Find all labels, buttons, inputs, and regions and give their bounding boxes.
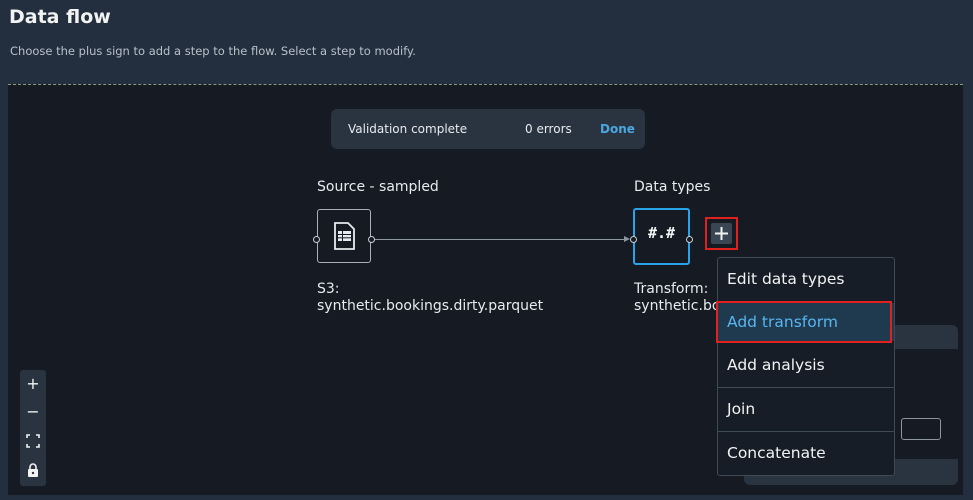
page-title: Data flow [9, 6, 111, 28]
fit-view-icon[interactable] [20, 427, 46, 455]
menu-item-join[interactable]: Join [718, 388, 894, 431]
add-step-button-bg [711, 223, 732, 244]
banner-done-button[interactable]: Done [600, 122, 635, 136]
datatypes-node-description: Transform: synthetic.bo [634, 281, 720, 315]
zoom-in-icon[interactable]: + [20, 370, 46, 398]
zoom-controls: + − [20, 370, 46, 486]
lock-icon[interactable] [20, 456, 46, 484]
menu-item-concatenate[interactable]: Concatenate [718, 432, 894, 475]
menu-item-add-analysis[interactable]: Add analysis [718, 343, 894, 386]
flow-edge [375, 239, 626, 240]
datatypes-desc-line2: synthetic.bo [634, 298, 721, 314]
source-input-port[interactable] [313, 236, 320, 243]
flow-canvas[interactable]: Validation complete 0 errors Done Source… [8, 84, 963, 495]
menu-item-label: Add analysis [727, 356, 825, 374]
datatypes-output-port[interactable] [686, 236, 693, 243]
menu-item-label: Edit data types [727, 270, 845, 288]
plus-icon [715, 227, 728, 240]
datatypes-node-label: Data types [634, 179, 711, 195]
data-types-icon: #.# [647, 224, 676, 242]
source-desc-line2: synthetic.bookings.dirty.parquet [317, 298, 544, 314]
table-file-icon [334, 222, 355, 250]
add-step-button[interactable] [705, 217, 738, 250]
source-node-description: S3: synthetic.bookings.dirty.parquet [317, 281, 543, 315]
menu-item-label: Concatenate [727, 444, 826, 462]
fit-view-glyph [26, 434, 40, 448]
page-header: Data flow Choose the plus sign to add a … [0, 0, 973, 84]
banner-title: Validation complete [348, 122, 468, 136]
menu-item-edit-data-types[interactable]: Edit data types [718, 258, 894, 299]
banner-errors-count: 0 errors [525, 122, 572, 136]
page-subtitle: Choose the plus sign to add a step to th… [10, 44, 416, 58]
datatypes-node[interactable]: #.# [633, 208, 690, 265]
datatypes-input-port[interactable] [630, 236, 637, 243]
zoom-out-icon[interactable]: − [20, 398, 46, 426]
side-panel-field[interactable] [901, 418, 941, 440]
source-node-label: Source - sampled [317, 179, 439, 195]
menu-item-add-transform[interactable]: Add transform [718, 303, 894, 341]
lock-glyph [28, 463, 38, 477]
menu-item-label: Add transform [727, 313, 838, 331]
source-output-port[interactable] [368, 236, 375, 243]
validation-banner: Validation complete 0 errors Done [331, 109, 645, 149]
source-desc-line1: S3: [317, 281, 340, 297]
menu-item-label: Join [727, 400, 756, 418]
source-node[interactable] [317, 209, 371, 263]
datatypes-desc-line1: Transform: [634, 281, 709, 297]
add-step-menu: Edit data types Add transform Add analys… [716, 257, 895, 476]
